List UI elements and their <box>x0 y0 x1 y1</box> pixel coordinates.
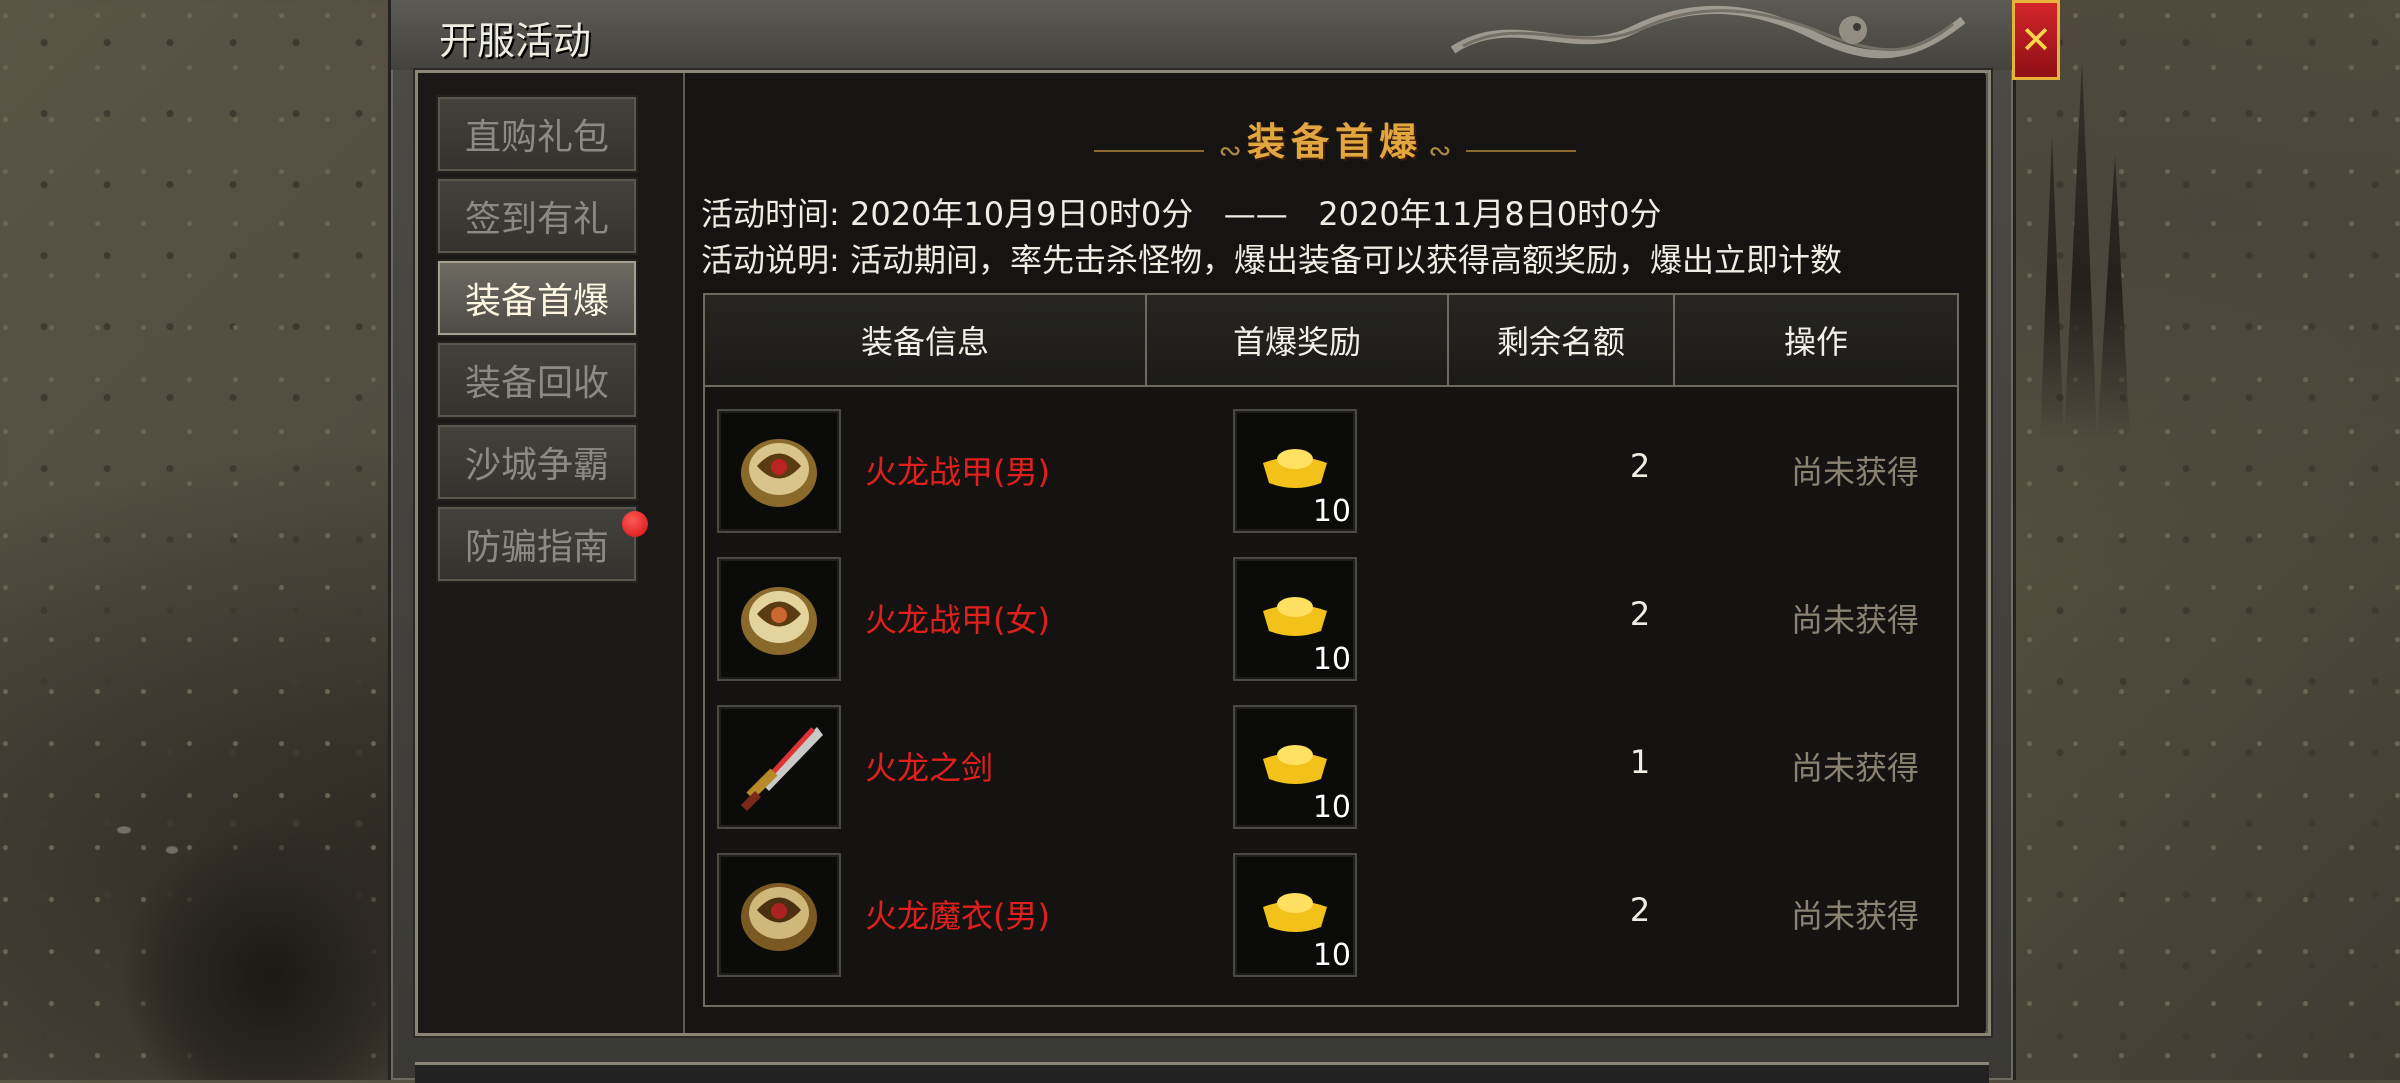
sidebar-item-sign-in[interactable]: 签到有礼 <box>436 177 638 255</box>
remaining-count: 1 <box>1629 743 1651 781</box>
col-header-reward: 首爆奖励 <box>1147 295 1449 385</box>
col-header-remaining: 剩余名额 <box>1449 295 1675 385</box>
col-header-action: 操作 <box>1675 295 1957 385</box>
sidebar: 直购礼包 签到有礼 装备首爆 装备回收 沙城争霸 防骗指南 <box>418 73 685 1033</box>
armor-icon <box>741 587 817 655</box>
reward-quantity: 10 <box>1312 938 1351 973</box>
armor-icon <box>741 439 817 507</box>
table-row: 火龙战甲(男) 10 2 尚未获得 <box>705 395 1957 543</box>
sidebar-item-label: 签到有礼 <box>464 199 609 240</box>
main-content: ∾ 装备首爆 ∾ 活动时间: 2020年10月9日0时0分 —— 2020年11… <box>685 73 1985 1033</box>
sidebar-item-recycle[interactable]: 装备回收 <box>436 341 638 419</box>
status-text: 尚未获得 <box>1790 749 1919 787</box>
status-text: 尚未获得 <box>1790 453 1919 491</box>
reward-slot[interactable]: 10 <box>1233 853 1357 977</box>
reward-quantity: 10 <box>1312 790 1351 825</box>
item-slot[interactable] <box>717 409 841 533</box>
remaining-count: 2 <box>1629 891 1651 929</box>
sidebar-item-castle-war[interactable]: 沙城争霸 <box>436 423 638 501</box>
sidebar-item-direct-purchase[interactable]: 直购礼包 <box>436 95 638 173</box>
event-time-end: 2020年11月8日0时0分 <box>1318 195 1662 233</box>
close-button[interactable]: ✕ <box>2012 0 2060 80</box>
remaining-count: 2 <box>1629 595 1651 633</box>
item-slot[interactable] <box>717 557 841 681</box>
status-text: 尚未获得 <box>1790 601 1919 639</box>
col-header-equipment: 装备信息 <box>705 295 1147 385</box>
status-text: 尚未获得 <box>1790 897 1919 935</box>
sidebar-item-label: 防骗指南 <box>464 527 609 568</box>
sidebar-item-label: 装备首爆 <box>464 281 609 322</box>
item-slot[interactable] <box>717 853 841 977</box>
section-title-row: ∾ 装备首爆 ∾ <box>685 111 1985 167</box>
event-desc-text: 活动期间，率先击杀怪物，爆出装备可以获得高额奖励，爆出立即计数 <box>849 241 1842 279</box>
table-row: 火龙之剑 10 1 尚未获得 <box>705 691 1957 839</box>
window-title: 开服活动 <box>439 19 592 63</box>
reward-quantity: 10 <box>1312 642 1351 677</box>
sidebar-item-label: 沙城争霸 <box>464 445 609 486</box>
sidebar-item-label: 直购礼包 <box>464 117 609 158</box>
item-slot[interactable] <box>717 705 841 829</box>
item-name: 火龙战甲(男) <box>865 453 1050 491</box>
background-bones <box>60 780 220 880</box>
event-desc-line: 活动说明: 活动期间，率先击杀怪物，爆出装备可以获得高额奖励，爆出立即计数 <box>701 235 1842 281</box>
armor-icon <box>741 883 817 951</box>
item-name: 火龙之剑 <box>865 749 994 787</box>
section-title: 装备首爆 <box>1246 119 1423 164</box>
table-header: 装备信息 首爆奖励 剩余名额 操作 <box>705 295 1957 387</box>
item-name: 火龙魔衣(男) <box>865 897 1050 935</box>
dragon-ornament-icon <box>1450 5 1966 59</box>
item-name: 火龙战甲(女) <box>865 601 1050 639</box>
event-time-separator: —— <box>1223 195 1288 233</box>
swirl-ornament-icon: ∾ <box>1428 134 1452 167</box>
background-stalagmites <box>2040 60 2130 440</box>
notification-dot-icon <box>622 511 648 537</box>
divider <box>1094 149 1205 152</box>
swirl-ornament-icon: ∾ <box>1218 134 1242 167</box>
event-time-line: 活动时间: 2020年10月9日0时0分 —— 2020年11月8日0时0分 <box>701 189 1662 235</box>
event-time-label: 活动时间: <box>701 195 840 233</box>
reward-slot[interactable]: 10 <box>1233 705 1357 829</box>
title-bar: 开服活动 <box>391 0 2013 70</box>
divider <box>1465 149 1576 152</box>
reward-quantity: 10 <box>1312 494 1351 529</box>
sidebar-item-label: 装备回收 <box>464 363 609 404</box>
event-window: 开服活动 直购礼包 签到有礼 装备首爆 装备回收 沙城争霸 防骗指南 ∾ 装备首… <box>388 0 2016 1083</box>
remaining-count: 2 <box>1629 447 1651 485</box>
event-desc-label: 活动说明: <box>701 241 840 279</box>
sidebar-item-first-drop[interactable]: 装备首爆 <box>436 259 638 337</box>
event-time-start: 2020年10月9日0时0分 <box>849 195 1194 233</box>
close-icon: ✕ <box>2020 18 2052 62</box>
reward-slot[interactable]: 10 <box>1233 557 1357 681</box>
table-row: 火龙魔衣(男) 10 2 尚未获得 <box>705 839 1957 987</box>
table-row: 火龙战甲(女) 10 2 尚未获得 <box>705 543 1957 691</box>
reward-slot[interactable]: 10 <box>1233 409 1357 533</box>
content-frame: 直购礼包 签到有礼 装备首爆 装备回收 沙城争霸 防骗指南 ∾ 装备首爆 ∾ 活… <box>415 70 1991 1036</box>
sword-icon <box>741 727 823 811</box>
drop-table: 装备信息 首爆奖励 剩余名额 操作 火龙战甲(男) 10 2 尚未获得 火龙战甲… <box>703 293 1959 1007</box>
sidebar-item-anti-fraud[interactable]: 防骗指南 <box>436 505 648 583</box>
